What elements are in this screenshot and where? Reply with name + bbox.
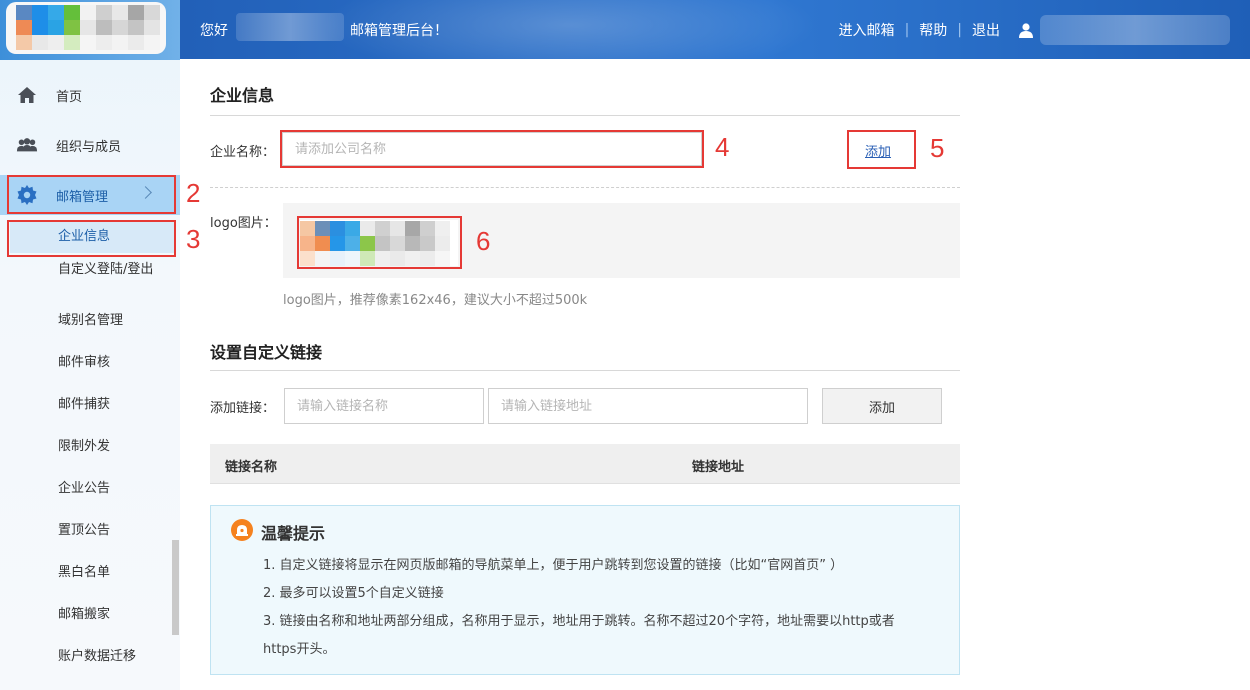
submenu-black-white-list[interactable]: 黑白名单 — [58, 562, 168, 584]
alarm-bell-icon — [231, 519, 253, 541]
link-url-input[interactable] — [488, 388, 808, 424]
links-table-header: 链接名称 链接地址 — [210, 444, 960, 484]
help-link[interactable]: 帮助 — [919, 20, 947, 40]
annotation-box-3 — [7, 220, 176, 257]
annotation-number-2: 2 — [186, 178, 201, 208]
col-link-url: 链接地址 — [692, 460, 745, 475]
nav-org-members-label: 组织与成员 — [56, 139, 122, 155]
submenu-mail-review[interactable]: 邮件审核 — [58, 352, 168, 374]
annotation-number-6: 6 — [476, 226, 491, 256]
annotation-box-4 — [280, 130, 704, 168]
custom-links-title: 设置自定义链接 — [210, 343, 323, 362]
tip-line: 1. 自定义链接将显示在网页版邮箱的导航菜单上，便于用户跳转到您设置的链接（比如… — [263, 558, 844, 573]
welcome-prefix: 您好 — [200, 23, 228, 39]
company-logo[interactable] — [6, 2, 166, 54]
logo-hint: logo图片，推荐像素162x46，建议大小不超过500k — [283, 293, 588, 308]
submenu-domain-alias[interactable]: 域别名管理 — [58, 310, 168, 332]
annotation-number-5: 5 — [930, 133, 945, 163]
logo-area — [0, 0, 180, 60]
nav-home-label: 首页 — [56, 89, 83, 105]
welcome-suffix: 邮箱管理后台！ — [350, 23, 448, 39]
annotation-number-3: 3 — [186, 224, 201, 254]
header-links: 进入邮箱 | 帮助 | 退出 — [839, 0, 1250, 59]
divider — [210, 370, 960, 371]
company-name-label: 企业名称： — [210, 145, 276, 160]
tip-line: 2. 最多可以设置5个自定义链接 — [263, 586, 444, 601]
submenu-mailbox-migration[interactable]: 邮箱搬家 — [58, 604, 168, 626]
blurred-company-name — [236, 13, 344, 41]
dashed-divider — [210, 187, 960, 188]
logo-label: logo图片： — [210, 216, 277, 231]
nav-home[interactable]: 首页 — [0, 75, 180, 115]
blurred-user-account[interactable] — [1040, 14, 1230, 45]
add-link-label: 添加链接： — [210, 401, 276, 416]
top-header: 您好 邮箱管理后台！ 进入邮箱 | 帮助 | 退出 — [180, 0, 1250, 59]
welcome-text: 您好 邮箱管理后台！ — [200, 13, 448, 41]
tips-title: 温馨提示 — [261, 524, 326, 543]
tip-line: https开头。 — [263, 642, 336, 657]
tips-box: 温馨提示 1. 自定义链接将显示在网页版邮箱的导航菜单上，便于用户跳转到您设置的… — [210, 505, 960, 675]
annotation-box-5 — [847, 130, 916, 169]
submenu-custom-login-logout[interactable]: 自定义登陆/登出 — [58, 259, 158, 281]
users-icon — [16, 134, 38, 156]
annotation-box-2 — [7, 175, 176, 214]
user-icon — [1018, 22, 1034, 38]
submenu-mail-capture[interactable]: 邮件捕获 — [58, 394, 168, 416]
divider — [210, 115, 960, 116]
nav-org-members[interactable]: 组织与成员 — [0, 125, 180, 165]
tip-line: 3. 链接由名称和地址两部分组成，名称用于显示，地址用于跳转。名称不超过20个字… — [263, 614, 895, 629]
annotation-number-4: 4 — [715, 132, 730, 162]
col-link-name: 链接名称 — [225, 460, 278, 475]
enter-mailbox-link[interactable]: 进入邮箱 — [839, 20, 895, 40]
link-name-input[interactable] — [284, 388, 484, 424]
company-info-title: 企业信息 — [210, 86, 275, 105]
home-icon — [16, 84, 38, 106]
submenu-company-announcement[interactable]: 企业公告 — [58, 478, 168, 500]
submenu-restrict-outgoing[interactable]: 限制外发 — [58, 436, 168, 458]
add-link-button[interactable]: 添加 — [822, 388, 942, 424]
annotation-box-6 — [297, 216, 462, 269]
sidebar: 首页 组织与成员 邮箱管理 企业信息 自定义登陆/登出 域别名管理 邮件审核 邮… — [0, 0, 180, 690]
submenu-pinned-announcement[interactable]: 置顶公告 — [58, 520, 168, 542]
logout-link[interactable]: 退出 — [972, 20, 1000, 40]
sidebar-scrollbar[interactable] — [172, 540, 179, 635]
submenu-account-data-migration[interactable]: 账户数据迁移 — [58, 646, 168, 668]
